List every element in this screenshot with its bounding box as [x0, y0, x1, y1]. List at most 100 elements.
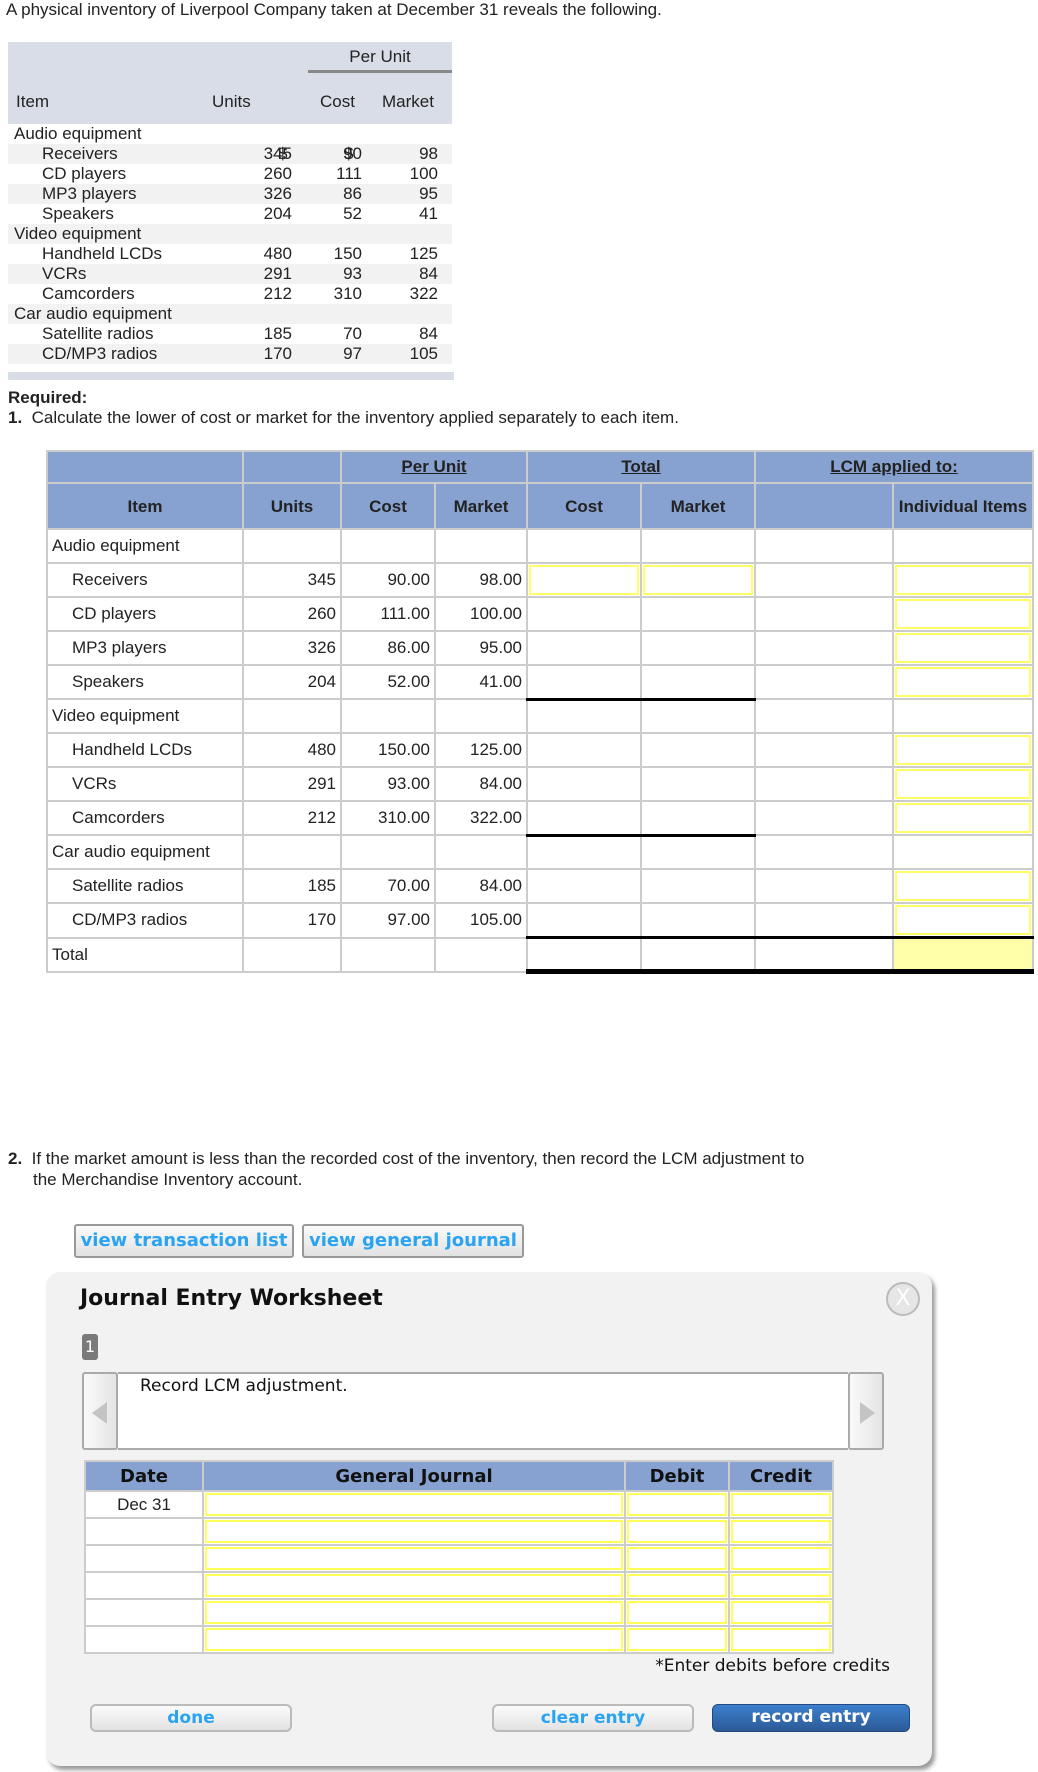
individual-items-cell[interactable] [892, 902, 1034, 939]
debit-input[interactable] [627, 1520, 727, 1543]
debit-cell[interactable] [624, 1490, 730, 1519]
previous-entry-button[interactable] [82, 1372, 118, 1450]
account-cell[interactable] [202, 1490, 626, 1519]
debit-input[interactable] [627, 1628, 727, 1651]
grand-total-individual-input[interactable] [892, 936, 1034, 974]
debit-cell[interactable] [624, 1571, 730, 1600]
credit-cell[interactable] [728, 1598, 834, 1627]
account-cell[interactable] [202, 1544, 626, 1573]
account-input[interactable] [205, 1493, 623, 1516]
individual-items-input[interactable] [895, 735, 1031, 765]
debit-input[interactable] [627, 1601, 727, 1624]
lcm-group-row: Video equipment [46, 698, 1034, 734]
account-cell[interactable] [202, 1571, 626, 1600]
close-icon[interactable]: X [886, 1282, 920, 1316]
account-cell[interactable] [202, 1517, 626, 1546]
individual-items-cell[interactable] [892, 800, 1034, 836]
account-input[interactable] [205, 1547, 623, 1570]
credit-input[interactable] [731, 1547, 831, 1570]
individual-items-input[interactable] [895, 769, 1031, 799]
entry-page-number[interactable]: 1 [82, 1334, 98, 1360]
individual-items-input[interactable] [895, 599, 1031, 629]
units-value: 185 [263, 324, 292, 343]
account-cell[interactable] [202, 1598, 626, 1627]
credit-input[interactable] [731, 1493, 831, 1516]
group-name: Audio equipment [46, 528, 244, 564]
total-market-cell [640, 596, 756, 632]
empty-cell [892, 528, 1034, 564]
credit-cell[interactable] [728, 1544, 834, 1573]
account-input[interactable] [205, 1628, 623, 1651]
next-entry-button[interactable] [848, 1372, 884, 1450]
unit-market-value: 105 [409, 344, 438, 363]
account-input[interactable] [205, 1574, 623, 1597]
debit-cell[interactable] [624, 1517, 730, 1546]
clear-entry-button[interactable]: clear entry [492, 1704, 694, 1732]
individual-items-cell[interactable] [892, 596, 1034, 632]
empty-cell [242, 528, 342, 564]
debit-input[interactable] [627, 1493, 727, 1516]
general-journal-table: Date General Journal Debit Credit Dec 31 [84, 1460, 834, 1654]
unit-cost-value: 86.00 [340, 630, 436, 666]
item-name: Camcorders [42, 284, 135, 303]
arrow-left-icon [92, 1402, 107, 1424]
individual-items-cell[interactable] [892, 630, 1034, 666]
lcm-item-row: Handheld LCDs 480 150.00 125.00 [46, 732, 1034, 768]
requirement-2-number: 2. [8, 1149, 23, 1168]
individual-items-input[interactable] [895, 871, 1031, 901]
debit-input[interactable] [627, 1547, 727, 1570]
debit-cell[interactable] [624, 1625, 730, 1654]
total-market-cell[interactable] [640, 562, 756, 598]
item-header: Item [16, 92, 50, 111]
lcm-group-header: LCM applied to: [754, 450, 1034, 484]
view-transaction-list-button[interactable]: view transaction list [74, 1224, 294, 1258]
item-name: CD players [42, 164, 127, 183]
source-item-row: Handheld LCDs 480 150 125 [8, 244, 452, 264]
unit-cost-value: 93 [343, 264, 362, 283]
source-table-footer [8, 372, 454, 380]
individual-items-cell[interactable] [892, 664, 1034, 700]
account-input[interactable] [205, 1601, 623, 1624]
total-cost-cell[interactable] [526, 562, 642, 598]
individual-items-cell[interactable] [892, 766, 1034, 802]
credit-input[interactable] [731, 1628, 831, 1651]
individual-items-input[interactable] [895, 667, 1031, 697]
unit-cost-value: 97 [343, 344, 362, 363]
units-value: 480 [242, 732, 342, 768]
unit-cost-value: 70.00 [340, 868, 436, 904]
credit-input[interactable] [731, 1601, 831, 1624]
individual-items-cell[interactable] [892, 732, 1034, 768]
individual-items-input[interactable] [895, 803, 1031, 833]
credit-cell[interactable] [728, 1625, 834, 1654]
debit-cell[interactable] [624, 1544, 730, 1573]
source-item-row: Speakers 204 52 41 [8, 204, 452, 224]
credit-input[interactable] [731, 1520, 831, 1543]
debit-input[interactable] [627, 1574, 727, 1597]
unit-cost-value: 52.00 [340, 664, 436, 700]
total-market-cell [640, 868, 756, 904]
total-cost-input[interactable] [529, 565, 639, 595]
total-market-input[interactable] [643, 565, 753, 595]
individual-items-input[interactable] [895, 633, 1031, 663]
credit-cell[interactable] [728, 1571, 834, 1600]
individual-items-input[interactable] [895, 905, 1031, 935]
item-name: VCRs [46, 766, 244, 802]
credit-cell[interactable] [728, 1517, 834, 1546]
credit-input[interactable] [731, 1574, 831, 1597]
individual-items-cell[interactable] [892, 562, 1034, 598]
credit-cell[interactable] [728, 1490, 834, 1519]
done-button[interactable]: done [90, 1704, 292, 1732]
account-cell[interactable] [202, 1625, 626, 1654]
source-item-row: Receivers 345 $ $90 98 [8, 144, 452, 164]
empty-cell [242, 698, 342, 734]
view-general-journal-button[interactable]: view general journal [302, 1224, 524, 1258]
account-input[interactable] [205, 1520, 623, 1543]
source-item-row: Satellite radios 185 70 84 [8, 324, 452, 344]
record-entry-button[interactable]: record entry [712, 1704, 910, 1732]
journal-entry-worksheet: Journal Entry Worksheet X 1 Record LCM a… [46, 1272, 932, 1766]
individual-items-cell[interactable] [892, 868, 1034, 904]
individual-items-input[interactable] [895, 565, 1031, 595]
debit-cell[interactable] [624, 1598, 730, 1627]
units-column-header: Units [242, 482, 342, 530]
lcm-item-row: Receivers 345 90.00 98.00 [46, 562, 1034, 598]
